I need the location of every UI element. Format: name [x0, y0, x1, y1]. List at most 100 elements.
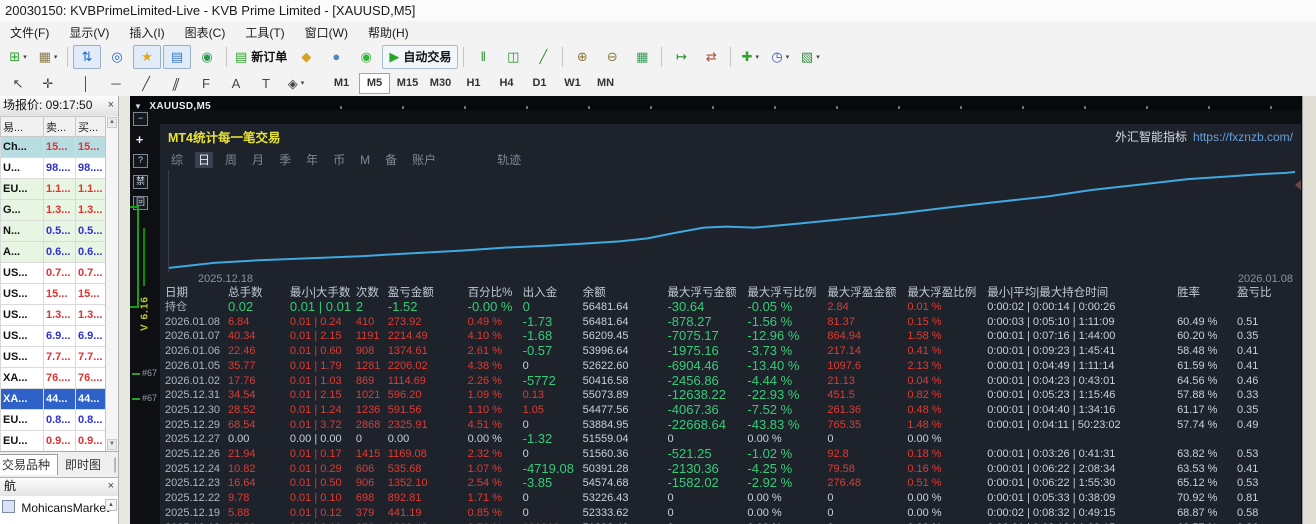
horizontal-line-tool-button[interactable]: ─ — [102, 71, 130, 95]
forbid-button[interactable]: 禁 — [133, 175, 148, 189]
market-watch-row[interactable]: EU... 0.8... 0.8... — [0, 409, 107, 431]
stats-cell: -1.52 — [387, 300, 418, 314]
new-chart-button[interactable]: ⊞ ▾ — [4, 45, 32, 69]
fibonacci-tool-button[interactable]: F — [192, 71, 220, 95]
panel-tab[interactable]: 币 — [330, 152, 348, 168]
market-watch-row[interactable]: US... 6.9... 6.9... — [0, 325, 107, 347]
text-tool-button[interactable]: A — [222, 71, 250, 95]
navigator-button[interactable]: ★ — [133, 44, 161, 69]
market-watch-row[interactable]: G... 1.3... 1.3... — [0, 199, 107, 221]
mql5-community-button[interactable]: ● — [322, 45, 350, 69]
new-order-button[interactable]: ▤ 新订单 — [232, 45, 290, 69]
stats-cell: 0 — [522, 448, 529, 461]
market-watch-button[interactable]: ⇅ — [73, 44, 101, 69]
scroll-up-icon[interactable]: ▲ — [107, 117, 117, 128]
market-watch-row[interactable]: US... 0.7... 0.7... — [0, 262, 107, 284]
menu-item[interactable]: 文件(F) — [0, 24, 59, 41]
templates-button[interactable]: ▧ ▾ — [796, 45, 824, 69]
zoom-out-button[interactable]: ⊖ — [598, 45, 626, 69]
panel-tab[interactable]: 季 — [276, 152, 294, 168]
stats-cell: 1021 — [355, 389, 381, 402]
sidebar-tab[interactable]: 交易品种 — [0, 454, 59, 475]
add-indicator-button[interactable]: ✚ ▾ — [736, 45, 764, 69]
panel-tab[interactable]: 月 — [249, 152, 267, 168]
link-url[interactable]: https://fxznzb.com/ — [1193, 130, 1293, 144]
panel-tab[interactable]: 综 — [168, 152, 186, 168]
timeframe-m5[interactable]: M5 — [359, 72, 390, 94]
timeframe-h1[interactable]: H1 — [458, 73, 489, 94]
vertical-scrollbar[interactable] — [1302, 96, 1316, 524]
menu-item[interactable]: 工具(T) — [235, 24, 294, 41]
shapes-tool-button[interactable]: ◈ ▾ — [282, 71, 310, 95]
market-watch-row[interactable]: XA... 76.... 76.... — [0, 367, 107, 389]
navigator-item[interactable]: MohicansMarket ▲ — [0, 496, 118, 524]
scroll-down-icon[interactable]: ▼ — [107, 439, 117, 450]
sidebar-tab[interactable]: 即时图 — [58, 455, 108, 475]
help-button[interactable]: ? — [133, 154, 148, 168]
timeframe-mn[interactable]: MN — [590, 73, 621, 94]
label-tool-button[interactable]: T — [252, 71, 280, 95]
menu-item[interactable]: 窗口(W) — [295, 24, 358, 41]
line-chart-button[interactable]: ╱ — [529, 45, 557, 69]
market-watch-row[interactable]: XA... 44... 44... — [0, 388, 107, 410]
stats-cell: 62.57 % — [1177, 521, 1237, 524]
panel-tab[interactable]: 轨迹 — [494, 152, 524, 168]
menu-item[interactable]: 显示(V) — [59, 24, 119, 41]
stats-cell: 0.48 % — [907, 403, 942, 416]
tile-windows-button[interactable]: ▦ — [628, 45, 656, 69]
timeframe-m30[interactable]: M30 — [425, 73, 456, 94]
vertical-line-tool-button[interactable]: │ — [72, 71, 100, 95]
autotrading-button[interactable]: ▶ 自动交易 — [382, 44, 459, 69]
panel-tab[interactable]: 年 — [303, 152, 321, 168]
market-watch-row[interactable]: N... 0.5... 0.5... — [0, 220, 107, 242]
indicator-link[interactable]: 外汇智能指标 https://fxznzb.com/ — [1115, 128, 1293, 145]
panel-tab[interactable]: 备 — [382, 152, 400, 168]
auto-scroll-button[interactable]: ↦ — [667, 45, 695, 69]
timeframe-m1[interactable]: M1 — [326, 73, 357, 94]
close-icon[interactable]: × — [104, 478, 118, 495]
menu-item[interactable]: 帮助(H) — [358, 24, 419, 41]
close-icon[interactable]: × — [104, 96, 118, 115]
market-watch-row[interactable]: Ch... 15... 15... — [0, 136, 107, 158]
strategy-tester-button[interactable]: ◉ — [193, 45, 221, 69]
candlestick-chart-button[interactable]: ◫ — [499, 45, 527, 69]
panel-splitter[interactable] — [119, 96, 130, 524]
signals-button[interactable]: ◉ — [352, 45, 380, 69]
timeframe-w1[interactable]: W1 — [557, 73, 588, 94]
move-icon[interactable]: + — [133, 133, 146, 147]
stats-cell: 2.84 — [827, 301, 849, 313]
market-watch-row[interactable]: EU... 0.9... 0.9... — [0, 430, 107, 452]
market-watch-scrollbar[interactable]: ▲ ▼ — [105, 116, 118, 451]
cursor-tool-button[interactable]: ↖ — [4, 71, 32, 95]
profiles-button[interactable]: ▦ ▾ — [34, 45, 62, 69]
bar-chart-button[interactable]: ‖ — [469, 45, 497, 69]
panel-tab[interactable]: 周 — [222, 152, 240, 168]
timeframe-m15[interactable]: M15 — [392, 73, 423, 94]
market-watch-row[interactable]: US... 1.3... 1.3... — [0, 304, 107, 326]
menu-item[interactable]: 插入(I) — [119, 24, 174, 41]
channel-tool-button[interactable]: ∥ — [162, 71, 190, 95]
crosshair-tool-button[interactable]: ✛ — [34, 71, 62, 95]
market-watch-row[interactable]: US... 15... 15... — [0, 283, 107, 305]
panel-tab[interactable]: 账户 — [409, 152, 439, 168]
data-window-button[interactable]: ◎ — [103, 45, 131, 69]
minimize-button[interactable]: − — [133, 112, 148, 126]
market-watch-row[interactable]: U... 98.... 98.... — [0, 157, 107, 179]
market-watch-row[interactable]: US... 7.7... 7.7... — [0, 346, 107, 368]
panel-tab[interactable]: M — [357, 152, 373, 168]
metaeditor-button[interactable]: ◆ — [292, 45, 320, 69]
menu-item[interactable]: 图表(C) — [175, 24, 236, 41]
terminal-button[interactable]: ▤ — [163, 44, 191, 69]
timeframe-h4[interactable]: H4 — [491, 73, 522, 94]
timeframe-group: M1 M5 M15 M30 H1 H4 D1 W1 MN — [325, 72, 622, 94]
market-watch-row[interactable]: A... 0.6... 0.6... — [0, 241, 107, 263]
market-watch-row[interactable]: EU... 1.1... 1.1... — [0, 178, 107, 200]
panel-tab[interactable]: 日 — [195, 152, 214, 168]
periods-button[interactable]: ◷ ▾ — [766, 45, 794, 69]
zoom-in-button[interactable]: ⊕ — [568, 45, 596, 69]
stats-cell: 350 — [356, 521, 388, 524]
chart-shift-button[interactable]: ⇄ — [697, 45, 725, 69]
timeframe-d1[interactable]: D1 — [524, 73, 555, 94]
scroll-up-icon[interactable]: ▲ — [105, 499, 117, 511]
trendline-tool-button[interactable]: ╱ — [132, 71, 160, 95]
